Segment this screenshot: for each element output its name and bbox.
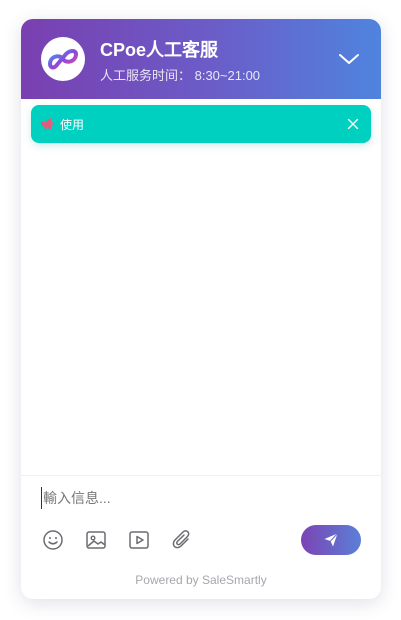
- notice-close-button[interactable]: [345, 116, 361, 132]
- chat-title: CPoe人工客服: [100, 40, 219, 60]
- service-hours: 人工服务时间： 8:30~21:00: [100, 68, 261, 83]
- attachment-button[interactable]: [170, 528, 194, 552]
- emoji-icon: [43, 530, 63, 550]
- attachment-icon: [172, 530, 190, 549]
- chevron-down-icon: [339, 54, 359, 64]
- close-icon: [347, 118, 359, 130]
- infinity-logo-icon: [41, 37, 85, 81]
- powered-by: Powered by SaleSmartly: [135, 573, 267, 587]
- message-area[interactable]: [21, 99, 381, 475]
- send-icon: [324, 533, 338, 547]
- chat-header: CPoe人工客服 人工服务时间： 8:30~21:00: [21, 19, 381, 99]
- collapse-button[interactable]: [335, 47, 363, 71]
- composer-divider: [21, 475, 381, 476]
- video-button[interactable]: [127, 528, 151, 552]
- image-icon: [86, 531, 106, 549]
- notice-text: 使用: [60, 118, 85, 132]
- chat-widget: CPoe人工客服 人工服务时间： 8:30~21:00 使用 輸入信息... P…: [21, 19, 381, 599]
- megaphone-icon: [41, 118, 54, 130]
- video-icon: [129, 531, 149, 549]
- image-button[interactable]: [84, 528, 108, 552]
- emoji-button[interactable]: [41, 528, 65, 552]
- notice-banner: 使用: [31, 105, 371, 143]
- message-input[interactable]: [41, 487, 361, 509]
- send-button[interactable]: [301, 525, 361, 555]
